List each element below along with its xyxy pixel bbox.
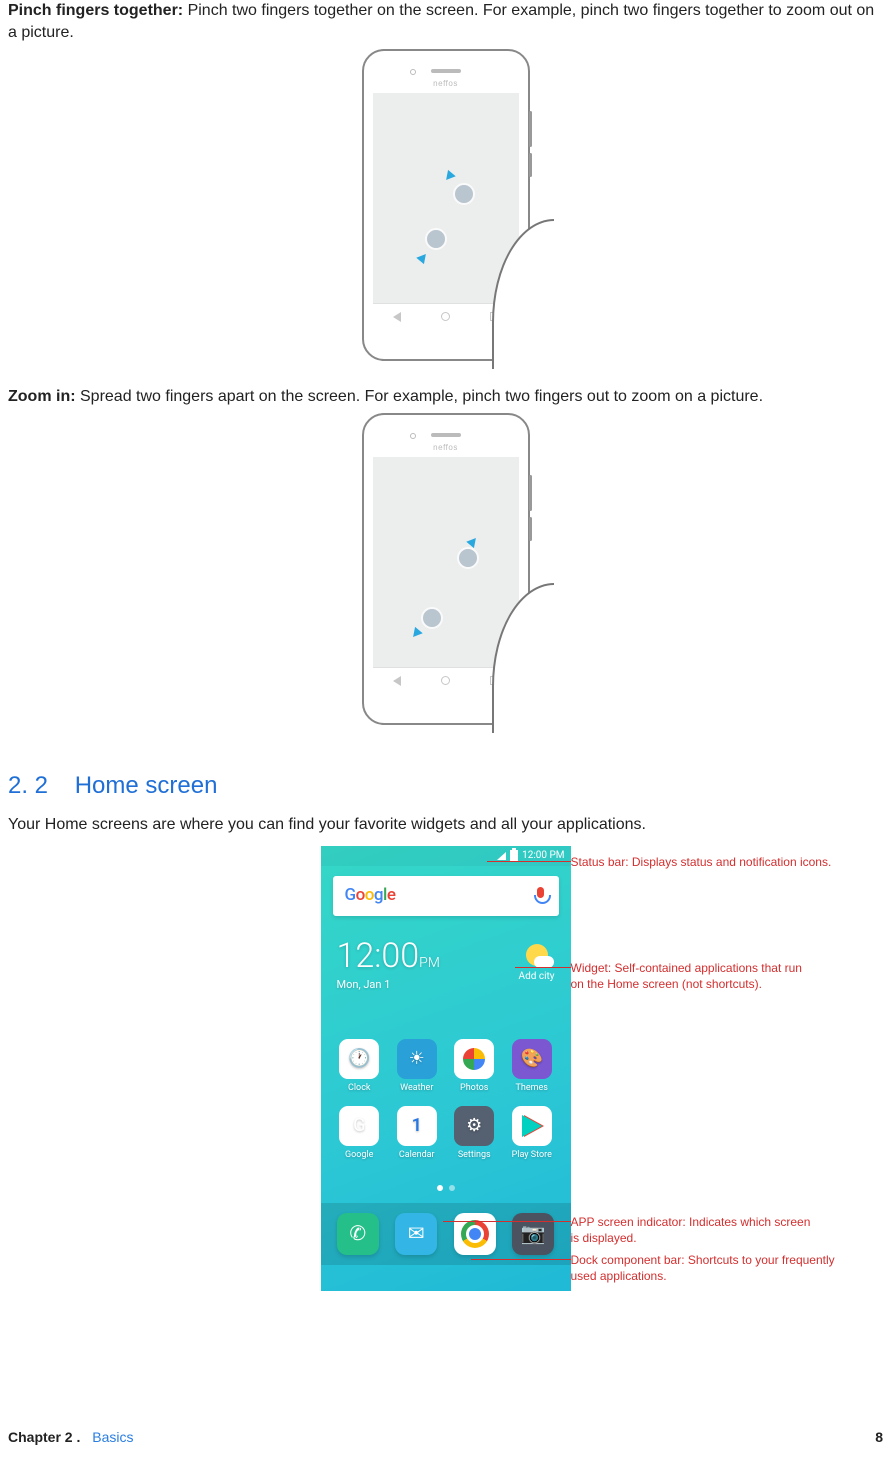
gesture-pinch-figure: neffos [8, 49, 883, 368]
section-number: 2. 2 [8, 772, 48, 799]
fingertip-icon [453, 183, 475, 205]
app-label: Google [345, 1150, 373, 1160]
messages-icon: ✉ [395, 1213, 437, 1255]
app-label: Play Store [512, 1150, 552, 1160]
app-clock: 🕐 Clock [331, 1039, 389, 1094]
gesture-pinch-title: Pinch fingers together: [8, 2, 183, 19]
dock-bar: ✆ ✉ 📷 [321, 1203, 571, 1265]
app-label: Calendar [399, 1150, 435, 1160]
weather-icon: ☀ [397, 1039, 437, 1079]
footer-chapter: Chapter 2 . [8, 1429, 80, 1445]
callout-text: on the Home screen (not shortcuts). [571, 977, 762, 991]
clock-widget: 12:00PM Mon, Jan 1 [337, 934, 440, 993]
clock-date: Mon, Jan 1 [337, 978, 440, 993]
callout-text: Widget: Self-contained applications that… [571, 961, 802, 975]
home-icon [441, 312, 450, 321]
camera-icon: 📷 [512, 1213, 554, 1255]
play-store-icon [512, 1106, 552, 1146]
app-photos: Photos [446, 1039, 504, 1094]
clock-icon: 🕐 [339, 1039, 379, 1079]
section-title: Home screen [75, 772, 218, 799]
calendar-icon: 1 [397, 1106, 437, 1146]
signal-icon [497, 852, 506, 860]
callout-text: Dock component bar: Shortcuts to your fr… [571, 1253, 835, 1267]
callout-text: APP screen indicator: Indicates which sc… [571, 1215, 811, 1229]
callout-text: used applications. [571, 1269, 667, 1283]
weather-label: Add city [519, 970, 555, 984]
section-intro: Your Home screens are where you can find… [8, 814, 883, 836]
fingertip-icon [421, 607, 443, 629]
phone-icon: ✆ [337, 1213, 379, 1255]
fingertip-icon [425, 228, 447, 250]
fingertip-icon [457, 547, 479, 569]
chrome-icon [454, 1213, 496, 1255]
google-folder-icon: G [339, 1106, 379, 1146]
gesture-pinch-para: Pinch fingers together: Pinch two finger… [8, 0, 883, 43]
phone-mockup-pinch: neffos [362, 49, 530, 361]
app-settings: ⚙ Settings [446, 1106, 504, 1161]
app-calendar: 1 Calendar [388, 1106, 446, 1161]
callout-page-indicator: APP screen indicator: Indicates which sc… [571, 1214, 811, 1246]
callout-dock: Dock component bar: Shortcuts to your fr… [571, 1252, 835, 1284]
gesture-zoom-title: Zoom in: [8, 388, 76, 405]
arrow-inward-icon [416, 251, 429, 264]
callout-widget: Widget: Self-contained applications that… [571, 960, 802, 992]
page-footer: Chapter 2 . Basics 8 [8, 1428, 883, 1447]
callout-status-bar: Status bar: Displays status and notifica… [571, 854, 832, 870]
home-icon [441, 676, 450, 685]
app-label: Themes [516, 1083, 548, 1093]
phone-brand-label: neffos [433, 443, 458, 454]
gesture-zoom-figure: neffos [8, 413, 883, 732]
arrow-inward-icon [442, 170, 455, 183]
footer-subtitle: Basics [92, 1429, 133, 1445]
google-logo: Google [345, 884, 534, 907]
settings-icon: ⚙ [454, 1106, 494, 1146]
weather-widget: Add city [519, 934, 555, 984]
app-weather: ☀ Weather [388, 1039, 446, 1094]
app-label: Clock [348, 1083, 370, 1093]
home-screen-figure: 12:00 PM Google 12:00PM Mon, Jan 1 Add c… [8, 846, 883, 1291]
section-heading: 2. 2 Home screen [8, 770, 883, 802]
weather-sun-icon [526, 944, 548, 966]
arrow-outward-icon [409, 627, 422, 640]
app-play-store: Play Store [503, 1106, 561, 1161]
home-screen-shot: 12:00 PM Google 12:00PM Mon, Jan 1 Add c… [321, 846, 571, 1291]
status-bar: 12:00 PM [321, 846, 571, 866]
battery-icon [510, 850, 518, 861]
phone-mockup-spread: neffos [362, 413, 530, 725]
app-google: G Google [331, 1106, 389, 1161]
app-themes: 🎨 Themes [503, 1039, 561, 1094]
clock-time: 12:00 [337, 936, 420, 976]
back-icon [393, 312, 401, 322]
gesture-zoom-text: Spread two fingers apart on the screen. … [76, 388, 763, 405]
app-label: Settings [458, 1150, 491, 1160]
clock-ampm: PM [419, 955, 440, 971]
app-label: Photos [460, 1083, 488, 1093]
callout-text: Status bar: Displays status and notifica… [571, 855, 832, 869]
google-search-widget: Google [333, 876, 559, 916]
back-icon [393, 676, 401, 686]
mic-icon [534, 887, 547, 904]
footer-page-number: 8 [875, 1428, 883, 1447]
themes-icon: 🎨 [512, 1039, 552, 1079]
callout-text: is displayed. [571, 1231, 637, 1245]
app-grid: 🕐 Clock ☀ Weather Photos 🎨 Themes G Google 1… [321, 993, 571, 1161]
gesture-zoom-para: Zoom in: Spread two fingers apart on the… [8, 386, 883, 408]
phone-brand-label: neffos [433, 79, 458, 90]
photos-icon [454, 1039, 494, 1079]
page-indicator [321, 1161, 571, 1203]
app-label: Weather [400, 1083, 433, 1093]
